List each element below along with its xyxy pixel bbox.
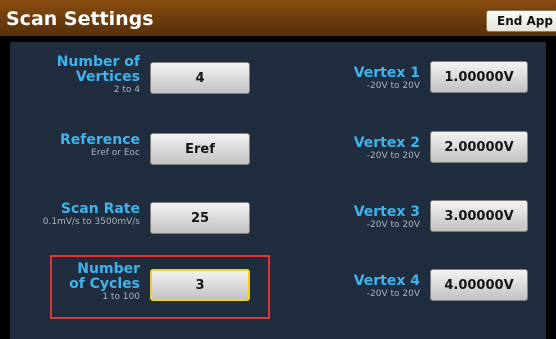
number-of-vertices-range: 2 to 4 (113, 85, 140, 95)
number-of-vertices-label-line2: Vertices (75, 69, 140, 85)
vertex-1-label: Vertex 1 -20V to 20V (354, 66, 420, 92)
number-of-vertices-label-line1: Number of (56, 54, 140, 70)
reference-range: Eref or Eoc (91, 148, 140, 158)
vertex-1-range: -20V to 20V (366, 81, 420, 91)
vertex-4-label: Vertex 4 -20V to 20V (354, 274, 420, 300)
number-of-vertices-button[interactable]: 4 (150, 62, 250, 94)
vertex-3-label: Vertex 3 -20V to 20V (354, 205, 420, 231)
number-of-cycles-label-line2: of Cycles (69, 276, 140, 292)
reference-button[interactable]: Eref (150, 133, 250, 165)
vertex-3-range: -20V to 20V (366, 220, 420, 230)
page-title: Scan Settings (6, 8, 154, 30)
scan-rate-button[interactable]: 25 (150, 202, 250, 234)
reference-label: Reference Eref or Eoc (60, 133, 140, 159)
vertex-1-button[interactable]: 1.00000V (430, 61, 528, 93)
number-of-cycles-label: Number of Cycles 1 to 100 (69, 262, 140, 303)
number-of-cycles-button[interactable]: 3 (150, 269, 250, 301)
vertex-1-label-text: Vertex 1 (353, 65, 420, 81)
vertex-2-label-text: Vertex 2 (353, 135, 420, 151)
scan-rate-range: 0.1mV/s to 3500mV/s (42, 217, 140, 227)
reference-label-text: Reference (59, 132, 140, 148)
vertex-2-range: -20V to 20V (366, 151, 420, 161)
scan-rate-label: Scan Rate 0.1mV/s to 3500mV/s (43, 202, 140, 228)
title-bar: Scan Settings End App (0, 0, 556, 36)
number-of-vertices-label: Number of Vertices 2 to 4 (57, 55, 140, 96)
end-app-button[interactable]: End App (486, 10, 556, 32)
scan-rate-label-text: Scan Rate (60, 201, 140, 217)
vertex-3-label-text: Vertex 3 (353, 204, 420, 220)
number-of-cycles-label-line1: Number (77, 261, 140, 277)
vertex-3-button[interactable]: 3.00000V (430, 200, 528, 232)
vertex-4-button[interactable]: 4.00000V (430, 269, 528, 301)
vertex-2-label: Vertex 2 -20V to 20V (354, 136, 420, 162)
vertex-4-label-text: Vertex 4 (353, 273, 420, 289)
vertex-2-button[interactable]: 2.00000V (430, 131, 528, 163)
number-of-cycles-range: 1 to 100 (102, 292, 140, 302)
vertex-4-range: -20V to 20V (366, 289, 420, 299)
